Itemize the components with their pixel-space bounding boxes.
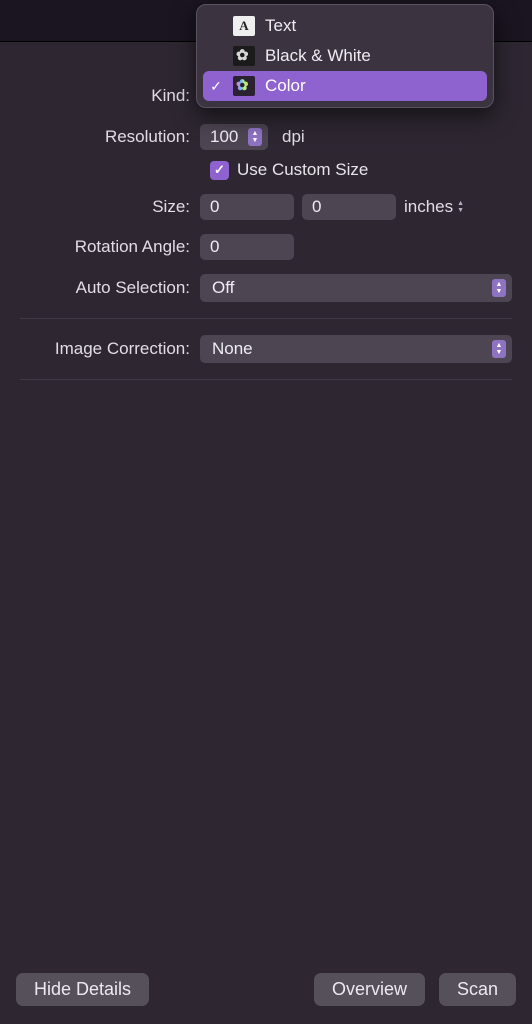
resolution-stepper[interactable]: 100 ▲▼ [200,124,268,150]
divider [20,318,512,319]
overview-button[interactable]: Overview [314,973,425,1006]
row-resolution: Resolution: 100 ▲▼ dpi [20,124,512,150]
settings-content-2: Image Correction: None ▲▼ [0,335,532,363]
kind-option-label: Text [265,16,296,36]
kind-dropdown-menu: A Text Black & White ✓ Color [196,4,494,108]
resolution-value: 100 [210,127,242,147]
use-custom-size-checkbox[interactable]: ✓ [210,161,229,180]
auto-selection-select[interactable]: Off ▲▼ [200,274,512,302]
flower-bw-icon [233,46,255,66]
text-icon: A [233,16,255,36]
kind-option-text[interactable]: A Text [203,11,487,41]
resolution-unit: dpi [282,127,305,147]
updown-icon: ▲▼ [492,279,506,297]
row-rotation: Rotation Angle: 0 [20,234,512,260]
updown-icon: ▲▼ [492,340,506,358]
label-resolution: Resolution: [20,127,200,147]
scan-button[interactable]: Scan [439,973,516,1006]
checkmark-icon: ✓ [209,78,223,95]
row-size: Size: 0 0 inches ▲▼ [20,194,512,220]
kind-option-label: Color [265,76,306,96]
flower-color-icon [233,76,255,96]
kind-option-bw[interactable]: Black & White [203,41,487,71]
label-image-correction: Image Correction: [20,339,200,359]
label-auto-selection: Auto Selection: [20,278,200,298]
row-image-correction: Image Correction: None ▲▼ [20,335,512,363]
use-custom-size-label: Use Custom Size [237,160,368,180]
label-size: Size: [20,197,200,217]
size-unit-select[interactable]: inches ▲▼ [404,197,464,217]
divider [20,379,512,380]
label-rotation: Rotation Angle: [20,237,200,257]
size-width-input[interactable]: 0 [200,194,294,220]
stepper-arrows-icon[interactable]: ▲▼ [248,128,262,146]
updown-icon: ▲▼ [457,200,464,214]
row-custom-size: ✓ Use Custom Size [210,160,512,180]
hide-details-button[interactable]: Hide Details [16,973,149,1006]
size-height-input[interactable]: 0 [302,194,396,220]
footer-bar: Hide Details Overview Scan [16,973,516,1006]
label-kind: Kind: [20,86,200,106]
kind-option-color[interactable]: ✓ Color [203,71,487,101]
kind-option-label: Black & White [265,46,371,66]
image-correction-select[interactable]: None ▲▼ [200,335,512,363]
rotation-input[interactable]: 0 [200,234,294,260]
row-auto-selection: Auto Selection: Off ▲▼ [20,274,512,302]
